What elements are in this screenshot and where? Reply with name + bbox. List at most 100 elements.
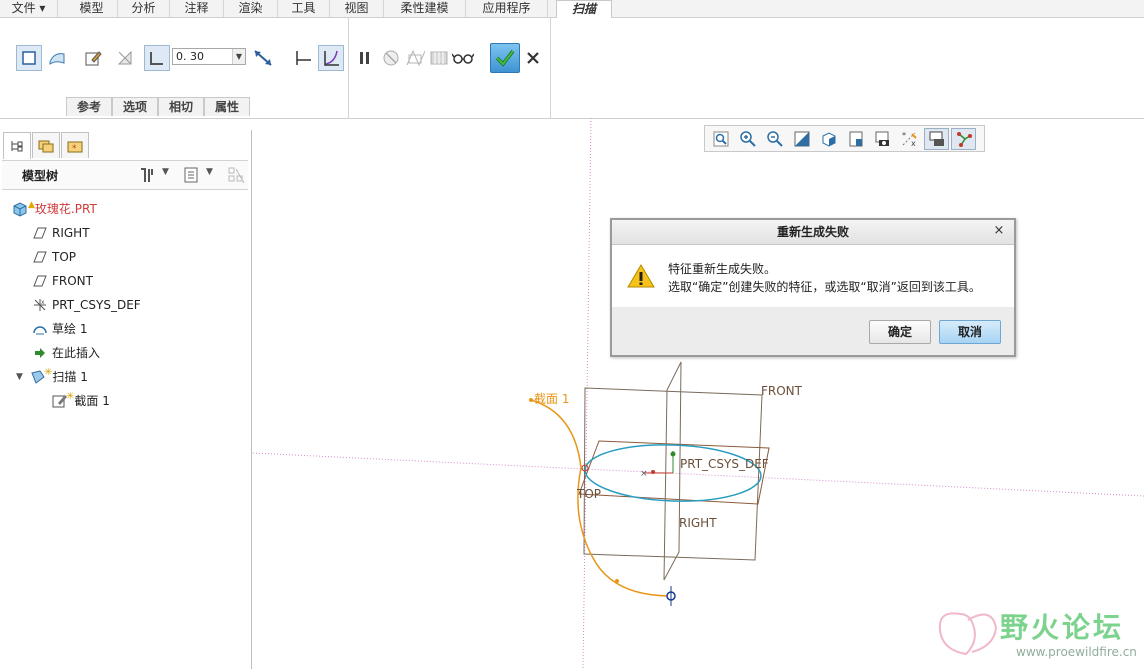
svg-text:x: x: [41, 299, 45, 306]
warning-icon: [627, 264, 655, 288]
no-preview-icon: [383, 50, 399, 66]
part-cube-icon: [12, 201, 28, 217]
tree-item-insert-here[interactable]: 在此插入: [32, 343, 100, 363]
tab-layers[interactable]: [32, 132, 60, 158]
svg-text:*: *: [72, 144, 77, 154]
menu-render-label: 渲染: [238, 1, 263, 15]
csys-x-icon: ×: [640, 469, 648, 479]
chevron-down-icon[interactable]: ▼: [206, 167, 213, 177]
watermark-url: www.proewildfire.cn: [1016, 645, 1137, 659]
tree-item-sketch[interactable]: 草绘 1: [32, 319, 87, 339]
datum-axis-vertical: [582, 118, 592, 669]
constant-section-button[interactable]: [290, 45, 316, 71]
csys-x-end: [651, 470, 655, 474]
tree-item-sweep[interactable]: ▼ ✳ 扫描 1: [16, 367, 88, 387]
show-icon[interactable]: [182, 166, 200, 187]
menu-analysis[interactable]: 分析: [118, 0, 170, 17]
preview-icon: [406, 49, 425, 67]
glasses-button[interactable]: [450, 45, 476, 71]
tree-item-label: RIGHT: [52, 226, 90, 240]
datum-plane-icon: [32, 249, 48, 265]
surface-button[interactable]: [44, 45, 70, 71]
tree-item-label: 截面 1: [74, 394, 110, 408]
solid-button[interactable]: [16, 45, 42, 71]
ok-button[interactable]: 确定: [869, 320, 931, 344]
tree-item-section[interactable]: ✳ 截面 1: [52, 391, 110, 411]
navigator-panel: * 模型树 ▼ ▼ ▲ 玫瑰花.PRT RIGHT TOP FRONT x PR…: [0, 130, 252, 669]
chevron-down-icon[interactable]: ▼: [162, 167, 169, 177]
menu-apps[interactable]: 应用程序: [466, 0, 548, 17]
tab-references[interactable]: 参考: [66, 97, 113, 116]
menu-flexible-label: 柔性建模: [400, 1, 449, 15]
thickness-combo[interactable]: 0. 30 ▼: [172, 48, 246, 65]
menu-flexible[interactable]: 柔性建模: [384, 0, 466, 17]
tree-item-label: 草绘 1: [52, 322, 88, 336]
ribbon-separator: [348, 18, 349, 118]
settings-icon[interactable]: [138, 166, 156, 187]
tab-options[interactable]: 选项: [112, 97, 159, 116]
sweep-ribbon: 0. 30 ▼ 参考 选项 相切 属性: [0, 18, 1144, 119]
pencil-icon: [85, 51, 102, 66]
tree-item-top[interactable]: TOP: [32, 247, 76, 267]
cancel-button[interactable]: 取消: [939, 320, 1001, 344]
tree-item-label: 扫描 1: [52, 370, 88, 384]
menu-sweep-label: 扫描: [571, 2, 596, 16]
new-feature-icon: ✳: [66, 391, 75, 402]
remove-material-button[interactable]: [112, 45, 138, 71]
variable-section-button[interactable]: [318, 45, 344, 71]
datum-plane-icon: [32, 273, 48, 289]
dashboard-tabs: 参考 选项 相切 属性: [66, 97, 251, 116]
tree-item-label: 在此插入: [52, 346, 101, 360]
menu-annotate[interactable]: 注释: [170, 0, 224, 17]
pause-button[interactable]: [352, 45, 378, 71]
chevron-down-icon[interactable]: ▼: [232, 49, 245, 64]
remove-material-icon: [117, 50, 132, 65]
sketch-button[interactable]: [80, 45, 106, 71]
ok-check-button[interactable]: [490, 43, 520, 73]
tree-item-label: 玫瑰花.PRT: [34, 202, 97, 216]
expand-arrow-icon[interactable]: ▼: [16, 367, 30, 387]
menu-file-label: 文件: [11, 1, 36, 15]
datum-plane-top: [578, 440, 770, 505]
tree-filter-icon[interactable]: [226, 165, 246, 188]
tree-item-front[interactable]: FRONT: [32, 271, 93, 291]
menu-render[interactable]: 渲染: [224, 0, 278, 17]
tab-favorites[interactable]: *: [61, 132, 89, 158]
datum-plane-front: [583, 387, 763, 561]
menu-annotate-label: 注释: [184, 1, 209, 15]
flip-arrows-icon: [254, 50, 272, 66]
tree-item-right[interactable]: RIGHT: [32, 223, 90, 243]
verify-button[interactable]: [426, 45, 452, 71]
verify-icon: [430, 51, 448, 65]
menu-view-label: 视图: [344, 1, 369, 15]
surface-icon: [49, 53, 65, 65]
coordinate-system-icon: x: [32, 297, 48, 313]
model-tree-header: 模型树 ▼ ▼: [2, 160, 248, 190]
thicken-button[interactable]: [144, 45, 170, 71]
model-tree-icon: [11, 141, 23, 152]
thickness-value: 0. 30: [176, 50, 204, 63]
ribbon-separator: [550, 18, 551, 118]
no-preview-button[interactable]: [378, 45, 404, 71]
menu-analysis-label: 分析: [131, 1, 156, 15]
dialog-body: 特征重新生成失败。 选取“确定”创建失败的特征，或选取“取消”返回到该工具。: [612, 245, 1014, 307]
cancel-x-button[interactable]: [520, 45, 546, 71]
dialog-message-line1: 特征重新生成失败。: [668, 262, 777, 276]
tab-tangency[interactable]: 相切: [158, 97, 205, 116]
close-icon[interactable]: ×: [992, 224, 1006, 238]
graphics-viewport[interactable]: ×: [253, 118, 1144, 669]
tree-item-csys[interactable]: x PRT_CSYS_DEF: [32, 295, 141, 315]
flip-thickness-button[interactable]: [250, 45, 276, 71]
menu-file[interactable]: 文件 ▾: [0, 0, 58, 17]
menu-tools[interactable]: 工具: [278, 0, 330, 17]
tab-properties[interactable]: 属性: [204, 97, 251, 116]
thicken-icon: [150, 52, 163, 65]
menu-view[interactable]: 视图: [330, 0, 384, 17]
menu-model[interactable]: 模型: [66, 0, 118, 17]
tree-item-part[interactable]: ▲ 玫瑰花.PRT: [12, 199, 97, 219]
menu-sweep[interactable]: 扫描: [556, 0, 612, 18]
preview-button[interactable]: [402, 45, 428, 71]
tab-model-tree[interactable]: [3, 132, 31, 159]
label-front: FRONT: [761, 384, 802, 398]
regen-failed-dialog: 重新生成失败 × 特征重新生成失败。 选取“确定”创建失败的特征，或选取“取消”…: [610, 218, 1016, 357]
